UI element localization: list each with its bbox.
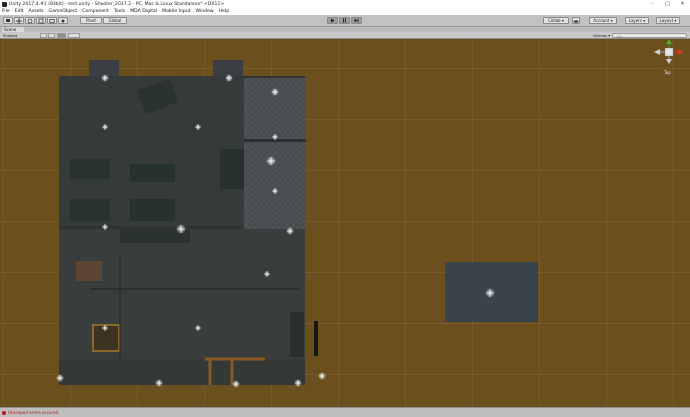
point-light-icon[interactable]: [102, 124, 108, 130]
point-light-icon[interactable]: [286, 227, 294, 235]
window-title: Unity 2017.4.#1 (64bit) - test.unity - S…: [9, 1, 225, 7]
table-prop[interactable]: [130, 199, 175, 221]
point-light-icon[interactable]: [272, 134, 278, 140]
rect-tool-icon: [49, 18, 55, 23]
menu-component[interactable]: Component: [82, 9, 109, 14]
rotate-tool-icon: [27, 18, 33, 23]
step-button[interactable]: [351, 17, 362, 24]
table-prop[interactable]: [130, 164, 175, 182]
shelf-prop[interactable]: [220, 149, 244, 189]
console-error-message[interactable]: Unscoped errors occured: [8, 410, 58, 415]
move-tool-button[interactable]: [14, 17, 24, 24]
point-light-icon[interactable]: [195, 325, 201, 331]
unity-logo-icon: [2, 1, 7, 7]
global-toggle[interactable]: Global: [103, 17, 127, 24]
hand-tool-button[interactable]: [3, 17, 13, 24]
2d-toggle[interactable]: [40, 32, 47, 38]
point-light-icon[interactable]: [102, 325, 108, 331]
tiled-room[interactable]: [244, 78, 306, 234]
pause-icon: [343, 18, 346, 23]
menu-mobile-input[interactable]: Mobile Input: [162, 9, 190, 14]
cloud-icon: [573, 19, 579, 23]
scale-tool-icon: [38, 18, 44, 23]
point-light-icon[interactable]: [225, 74, 233, 82]
gizmos-dropdown[interactable]: Gizmos ▾: [593, 33, 610, 38]
point-light-icon[interactable]: [176, 224, 186, 234]
menu-tools[interactable]: Tools: [114, 9, 125, 14]
window-titlebar: Unity 2017.4.#1 (64bit) - test.unity - S…: [0, 0, 690, 8]
table-prop[interactable]: [70, 199, 110, 221]
point-light-icon[interactable]: [195, 124, 201, 130]
transform-tool-icon: [61, 19, 65, 22]
window-controls: – □ ✕: [645, 0, 690, 8]
scale-tool-button[interactable]: [36, 17, 46, 24]
maximize-button[interactable]: □: [660, 0, 675, 8]
transform-tool-button[interactable]: [58, 17, 68, 24]
point-light-icon[interactable]: [232, 380, 240, 388]
point-light-icon[interactable]: [266, 156, 276, 166]
layers-dropdown[interactable]: Layers ▾: [625, 17, 649, 24]
step-icon: [354, 18, 359, 23]
door-prop[interactable]: [290, 312, 304, 357]
menu-gameobject[interactable]: GameObject: [49, 9, 78, 14]
rect-tool-button[interactable]: [47, 17, 57, 24]
level-geometry[interactable]: [59, 60, 318, 385]
menu-edit[interactable]: Edit: [15, 9, 24, 14]
move-tool-icon: [16, 17, 22, 24]
scene-canvas[interactable]: [0, 39, 690, 407]
point-light-icon[interactable]: [101, 74, 109, 82]
wall-segment[interactable]: [314, 321, 318, 356]
scene-viewport[interactable]: Top: [0, 39, 690, 407]
pause-button[interactable]: [339, 17, 350, 24]
vent-prop[interactable]: [213, 60, 243, 76]
cloud-button[interactable]: [572, 17, 580, 24]
play-icon: [331, 18, 335, 23]
menu-window[interactable]: Window: [196, 9, 214, 14]
rotate-tool-button[interactable]: [25, 17, 35, 24]
shading-mode-dropdown[interactable]: Shaded: [3, 33, 17, 38]
account-dropdown[interactable]: Account ▾: [589, 17, 617, 24]
menu-mda-digital[interactable]: MDA Digital: [130, 9, 157, 14]
table-prop[interactable]: [70, 159, 110, 179]
point-light-icon[interactable]: [485, 288, 495, 298]
main-toolbar: Pivot Global Collab ▾ Account ▾ Layers ▾…: [0, 15, 690, 27]
minimize-button[interactable]: –: [645, 0, 660, 8]
scene-search-placeholder: All: [617, 34, 622, 39]
view-orientation-label[interactable]: Top: [664, 70, 671, 75]
menu-file[interactable]: File: [2, 9, 10, 14]
close-button[interactable]: ✕: [675, 0, 690, 8]
point-light-icon[interactable]: [271, 88, 279, 96]
orientation-gizmo[interactable]: [654, 39, 684, 64]
hand-tool-icon: [6, 19, 10, 22]
point-light-icon[interactable]: [272, 188, 278, 194]
point-light-icon[interactable]: [318, 372, 326, 380]
effects-dropdown[interactable]: [68, 32, 80, 38]
point-light-icon[interactable]: [264, 271, 270, 277]
audio-toggle[interactable]: [57, 32, 66, 38]
menu-help[interactable]: Help: [219, 9, 229, 14]
scene-search-input[interactable]: All: [612, 32, 687, 39]
scene-toolbar: Shaded Gizmos ▾ All: [0, 32, 690, 39]
menu-assets[interactable]: Assets: [29, 9, 44, 14]
point-light-icon[interactable]: [56, 374, 64, 382]
lighting-toggle[interactable]: [48, 32, 55, 38]
crates-prop[interactable]: [76, 261, 102, 281]
vent-prop[interactable]: [89, 60, 119, 76]
collab-dropdown[interactable]: Collab ▾: [543, 17, 569, 24]
pivot-toggle[interactable]: Pivot: [80, 17, 102, 24]
error-icon: [2, 410, 6, 415]
point-light-icon[interactable]: [294, 379, 302, 387]
play-button[interactable]: [327, 17, 338, 24]
point-light-icon[interactable]: [102, 224, 108, 230]
layout-dropdown[interactable]: Layout ▾: [656, 17, 680, 24]
point-light-icon[interactable]: [155, 379, 163, 387]
